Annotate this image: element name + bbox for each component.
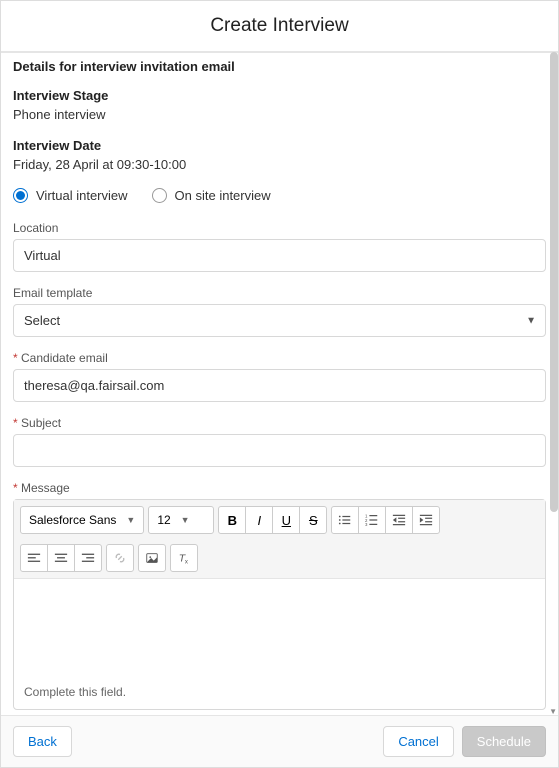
candidate-email-input[interactable] — [13, 369, 546, 402]
message-textarea[interactable] — [14, 579, 545, 679]
interview-type-group: Virtual interview On site interview — [13, 188, 546, 203]
underline-button[interactable]: U — [272, 506, 300, 534]
scroll-down-icon[interactable]: ▼ — [549, 707, 557, 716]
font-select[interactable]: Salesforce Sans ▼ — [20, 506, 144, 534]
location-label: Location — [13, 221, 546, 235]
italic-button[interactable]: I — [245, 506, 273, 534]
date-value: Friday, 28 April at 09:30-10:00 — [13, 157, 546, 172]
size-value: 12 — [157, 513, 170, 527]
stage-label: Interview Stage — [13, 88, 546, 103]
location-input[interactable] — [13, 239, 546, 272]
scrollbar-thumb[interactable] — [550, 52, 558, 512]
template-selected: Select — [24, 313, 60, 328]
radio-virtual[interactable]: Virtual interview — [13, 188, 128, 203]
radio-onsite-label: On site interview — [175, 188, 271, 203]
modal-footer: Back Cancel Schedule — [1, 715, 558, 767]
template-select[interactable]: Select — [13, 304, 546, 337]
candidate-email-label: Candidate email — [13, 351, 546, 365]
editor-toolbar: Salesforce Sans ▼ 12 ▼ B I U S — [14, 500, 545, 579]
message-validation: Complete this field. — [14, 679, 545, 709]
indent-button[interactable] — [412, 506, 440, 534]
image-button[interactable] — [138, 544, 166, 572]
chevron-down-icon: ▼ — [126, 515, 135, 525]
clear-format-button[interactable]: Tx — [170, 544, 198, 572]
svg-text:3: 3 — [365, 522, 368, 527]
font-value: Salesforce Sans — [29, 513, 116, 527]
align-right-button[interactable] — [74, 544, 102, 572]
template-label: Email template — [13, 286, 546, 300]
size-select[interactable]: 12 ▼ — [148, 506, 214, 534]
align-center-button[interactable] — [47, 544, 75, 572]
number-list-button[interactable]: 123 — [358, 506, 386, 534]
link-button[interactable] — [106, 544, 134, 572]
strike-button[interactable]: S — [299, 506, 327, 534]
stage-value: Phone interview — [13, 107, 546, 122]
svg-text:x: x — [185, 558, 188, 565]
outdent-button[interactable] — [385, 506, 413, 534]
modal-header: Create Interview — [1, 1, 558, 53]
radio-onsite[interactable]: On site interview — [152, 188, 271, 203]
section-title: Details for interview invitation email — [13, 59, 546, 74]
align-left-button[interactable] — [20, 544, 48, 572]
subject-input[interactable] — [13, 434, 546, 467]
schedule-button[interactable]: Schedule — [462, 726, 546, 757]
radio-virtual-label: Virtual interview — [36, 188, 128, 203]
modal-title: Create Interview — [1, 15, 558, 37]
message-label: Message — [13, 481, 546, 495]
message-editor: Salesforce Sans ▼ 12 ▼ B I U S — [13, 499, 546, 710]
radio-virtual-icon[interactable] — [13, 188, 28, 203]
bullet-list-button[interactable] — [331, 506, 359, 534]
back-button[interactable]: Back — [13, 726, 72, 757]
modal-content: Details for interview invitation email I… — [1, 53, 558, 715]
create-interview-modal: Create Interview Details for interview i… — [0, 0, 559, 768]
bold-button[interactable]: B — [218, 506, 246, 534]
radio-onsite-icon[interactable] — [152, 188, 167, 203]
subject-label: Subject — [13, 416, 546, 430]
cancel-button[interactable]: Cancel — [383, 726, 453, 757]
date-label: Interview Date — [13, 138, 546, 153]
chevron-down-icon: ▼ — [181, 515, 190, 525]
